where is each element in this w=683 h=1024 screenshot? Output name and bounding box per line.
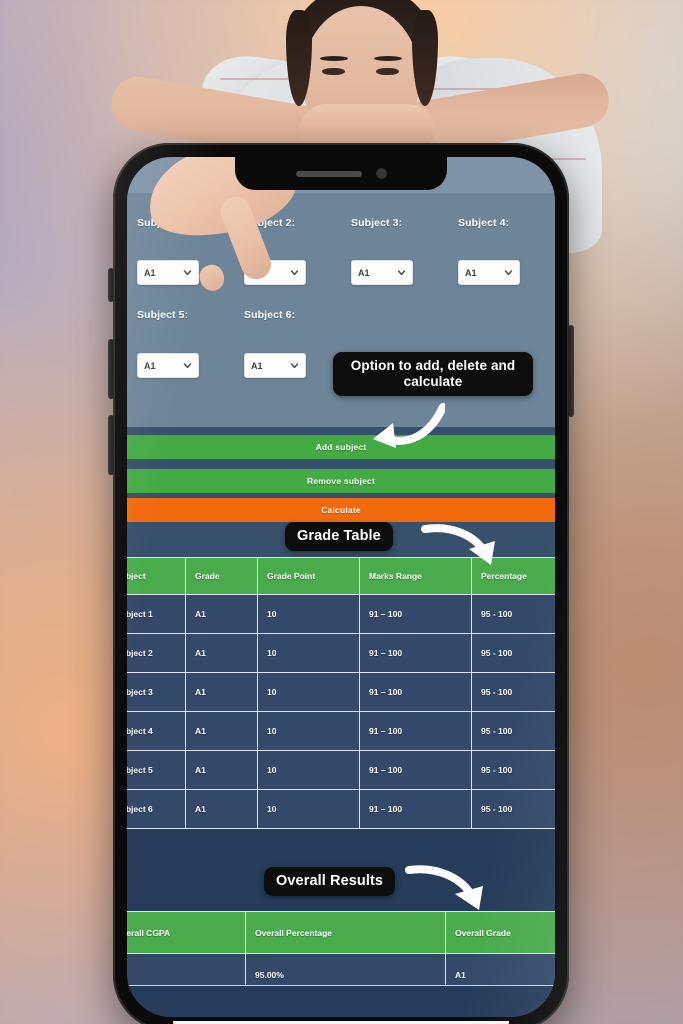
power-button[interactable] bbox=[568, 325, 574, 417]
grade-table: Subject Grade Grade Point Marks Range Pe… bbox=[127, 557, 555, 829]
grade-select-3-value: A1 bbox=[358, 267, 370, 278]
cell-percentage: 95 - 100 bbox=[471, 633, 555, 673]
promo-image: Subject 1: Subject 2: Subject 3: Subject… bbox=[0, 0, 683, 1024]
grade-select-4-value: A1 bbox=[465, 267, 477, 278]
cell-subject: Subject 6 bbox=[127, 789, 186, 829]
cell-subject: Subject 4 bbox=[127, 711, 186, 751]
volume-down-button[interactable] bbox=[108, 415, 114, 475]
calculate-button[interactable]: Calculate bbox=[127, 498, 555, 522]
grade-select-3[interactable]: A1 bbox=[351, 260, 413, 285]
cell-grade: A1 bbox=[185, 750, 258, 790]
table-row: Subject 4 A1 10 91 – 100 95 - 100 bbox=[127, 711, 555, 751]
cell-subject: Subject 1 bbox=[127, 594, 186, 634]
cell-grade-point: 10 bbox=[257, 672, 360, 712]
header-grade-point: Grade Point bbox=[257, 557, 360, 595]
cell-subject: Subject 2 bbox=[127, 633, 186, 673]
cell-marks-range: 91 – 100 bbox=[359, 594, 472, 634]
cell-grade: A1 bbox=[185, 789, 258, 829]
cell-grade-point: 10 bbox=[257, 750, 360, 790]
phone-notch bbox=[235, 157, 447, 190]
cell-marks-range: 91 – 100 bbox=[359, 750, 472, 790]
band-above-add bbox=[127, 427, 555, 435]
callout-grade-table: Grade Table bbox=[285, 522, 393, 552]
header-grade: Grade bbox=[185, 557, 258, 595]
cell-subject: Subject 3 bbox=[127, 672, 186, 712]
cell-subject: Subject 5 bbox=[127, 750, 186, 790]
cell-percentage: 95 - 100 bbox=[471, 672, 555, 712]
cell-grade: A1 bbox=[185, 672, 258, 712]
cell-marks-range: 91 – 100 bbox=[359, 633, 472, 673]
speaker-grille-icon bbox=[295, 170, 362, 177]
chevron-down-icon bbox=[183, 361, 192, 370]
results-section: Overall CGPA Overall Percentage Overall … bbox=[127, 835, 555, 1017]
grade-table-header-row: Subject Grade Grade Point Marks Range Pe… bbox=[127, 557, 555, 595]
grade-select-4[interactable]: A1 bbox=[458, 260, 520, 285]
app-bottom-strip bbox=[127, 985, 555, 1017]
chevron-down-icon bbox=[504, 268, 513, 277]
chevron-down-icon bbox=[290, 361, 299, 370]
grade-select-5-value: A1 bbox=[144, 360, 156, 371]
grade-table-section: Subject Grade Grade Point Marks Range Pe… bbox=[127, 557, 555, 835]
subject-label-3: Subject 3: bbox=[351, 217, 403, 229]
phone-screen: Subject 1: Subject 2: Subject 3: Subject… bbox=[127, 157, 555, 1017]
cell-marks-range: 91 – 100 bbox=[359, 711, 472, 751]
header-overall-percentage: Overall Percentage bbox=[245, 911, 446, 954]
header-overall-grade: Overall Grade bbox=[445, 911, 555, 954]
volume-up-button[interactable] bbox=[108, 339, 114, 399]
table-row: Subject 2 A1 10 91 – 100 95 - 100 bbox=[127, 633, 555, 673]
subject-label-6: Subject 6: bbox=[244, 309, 296, 321]
cell-percentage: 95 - 100 bbox=[471, 594, 555, 634]
subject-label-4: Subject 4: bbox=[458, 217, 510, 229]
results-table: Overall CGPA Overall Percentage Overall … bbox=[127, 911, 555, 996]
header-percentage: Percentage bbox=[471, 557, 555, 595]
grade-select-5[interactable]: A1 bbox=[137, 353, 199, 378]
cell-grade: A1 bbox=[185, 594, 258, 634]
callout-overall-results: Overall Results bbox=[264, 867, 396, 897]
cell-grade-point: 10 bbox=[257, 633, 360, 673]
header-overall-cgpa: Overall CGPA bbox=[127, 911, 246, 954]
add-subject-button[interactable]: Add subject bbox=[127, 435, 555, 459]
cell-percentage: 95 - 100 bbox=[471, 711, 555, 751]
clasped-hands bbox=[300, 104, 435, 148]
cell-percentage: 95 - 100 bbox=[471, 789, 555, 829]
remove-subject-button[interactable]: Remove subject bbox=[127, 469, 555, 493]
subject-labels-row-2: Subject 5: Subject 6: bbox=[127, 309, 555, 321]
band-between-buttons bbox=[127, 459, 555, 469]
results-header-row: Overall CGPA Overall Percentage Overall … bbox=[127, 911, 555, 954]
cell-grade: A1 bbox=[185, 711, 258, 751]
grade-select-6[interactable]: A1 bbox=[244, 353, 306, 378]
table-row: Subject 1 A1 10 91 – 100 95 - 100 bbox=[127, 594, 555, 634]
table-row: Subject 6 A1 10 91 – 100 95 - 100 bbox=[127, 789, 555, 829]
cell-grade-point: 10 bbox=[257, 711, 360, 751]
subject-label-5: Subject 5: bbox=[137, 309, 189, 321]
cell-marks-range: 91 – 100 bbox=[359, 672, 472, 712]
cell-grade-point: 10 bbox=[257, 789, 360, 829]
cell-percentage: 95 - 100 bbox=[471, 750, 555, 790]
phone-device: Subject 1: Subject 2: Subject 3: Subject… bbox=[108, 143, 574, 1024]
chevron-down-icon bbox=[397, 268, 406, 277]
cell-marks-range: 91 – 100 bbox=[359, 789, 472, 829]
front-camera-icon bbox=[375, 168, 387, 179]
grade-select-6-value: A1 bbox=[251, 360, 263, 371]
header-subject: Subject bbox=[127, 557, 186, 595]
silent-switch[interactable] bbox=[108, 268, 114, 302]
header-marks-range: Marks Range bbox=[359, 557, 472, 595]
callout-option: Option to add, delete and calculate bbox=[333, 352, 533, 396]
table-row: Subject 5 A1 10 91 – 100 95 - 100 bbox=[127, 750, 555, 790]
table-row: Subject 3 A1 10 91 – 100 95 - 100 bbox=[127, 672, 555, 712]
cell-grade: A1 bbox=[185, 633, 258, 673]
cell-grade-point: 10 bbox=[257, 594, 360, 634]
